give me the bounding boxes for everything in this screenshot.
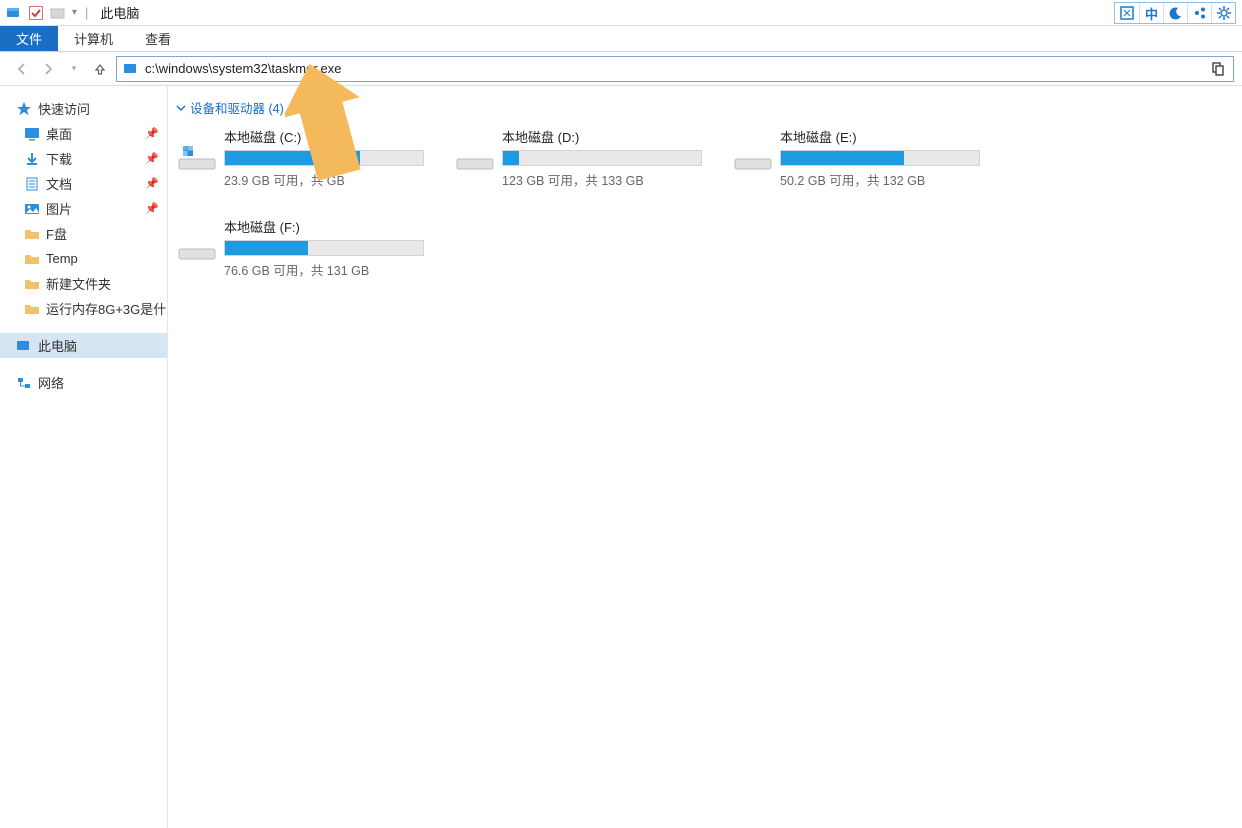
desktop-icon — [24, 126, 40, 142]
address-pc-icon — [123, 61, 139, 77]
download-icon — [24, 151, 40, 167]
sidebar: 快速访问 桌面 📌 下载 📌 文档 📌 图片 📌 F盘 Temp — [0, 86, 168, 828]
folder-icon — [24, 226, 40, 242]
sidebar-item-folder[interactable]: 运行内存8G+3G是什 — [0, 296, 167, 321]
sidebar-item-label: 下载 — [46, 149, 72, 168]
drives-list: 本地磁盘 (C:) 23.9 GB 可用，共 GB 本地磁盘 (D:) 123 … — [176, 127, 1234, 279]
sidebar-item-label: 网络 — [38, 373, 64, 392]
drive-system-icon — [176, 131, 218, 173]
tool-nightmode-icon[interactable] — [1163, 3, 1187, 23]
drive-icon — [454, 131, 496, 173]
sidebar-item-label: F盘 — [46, 224, 67, 243]
document-icon — [24, 176, 40, 192]
pin-icon: 📌 — [145, 177, 159, 190]
tool-lang-button[interactable]: 中 — [1139, 3, 1163, 23]
drive-item[interactable]: 本地磁盘 (E:) 50.2 GB 可用，共 132 GB — [732, 127, 982, 189]
menu-file-tab[interactable]: 文件 — [0, 26, 58, 51]
drive-usage-bar — [224, 240, 424, 256]
folder-icon — [24, 276, 40, 292]
chevron-down-icon — [176, 103, 186, 113]
drive-name: 本地磁盘 (C:) — [224, 127, 426, 146]
folder-icon — [50, 5, 66, 21]
forward-button[interactable] — [38, 59, 58, 79]
pc-icon — [16, 338, 32, 354]
drive-body: 本地磁盘 (F:) 76.6 GB 可用，共 131 GB — [224, 217, 426, 279]
back-button[interactable] — [12, 59, 32, 79]
drive-usage-fill — [225, 241, 308, 255]
titlebar: ▾ | 此电脑 中 — [0, 0, 1242, 26]
star-icon — [16, 101, 32, 117]
drive-body: 本地磁盘 (E:) 50.2 GB 可用，共 132 GB — [780, 127, 982, 189]
picture-icon — [24, 201, 40, 217]
drive-info: 76.6 GB 可用，共 131 GB — [224, 260, 426, 279]
drive-info: 123 GB 可用，共 133 GB — [502, 170, 704, 189]
drive-body: 本地磁盘 (C:) 23.9 GB 可用，共 GB — [224, 127, 426, 189]
separator: | — [85, 5, 88, 20]
address-text[interactable]: c:\windows\system32\taskmgr.exe — [145, 61, 1203, 76]
sidebar-item-label: Temp — [46, 251, 78, 266]
network-icon — [16, 375, 32, 391]
sidebar-item-label: 图片 — [46, 199, 72, 218]
pin-icon: 📌 — [145, 202, 159, 215]
sidebar-item-label: 桌面 — [46, 124, 72, 143]
drive-usage-fill — [781, 151, 904, 165]
sidebar-network[interactable]: 网络 — [0, 370, 167, 395]
drive-info: 50.2 GB 可用，共 132 GB — [780, 170, 982, 189]
drive-usage-bar — [780, 150, 980, 166]
folder-icon — [24, 251, 40, 267]
up-button[interactable] — [90, 59, 110, 79]
qat-dropdown[interactable]: ▾ — [72, 7, 77, 18]
sidebar-this-pc[interactable]: 此电脑 — [0, 333, 167, 358]
content-area: 设备和驱动器 (4) 本地磁盘 (C:) 23.9 GB 可用，共 GB — [168, 86, 1242, 828]
window-title: 此电脑 — [100, 3, 139, 22]
group-header[interactable]: 设备和驱动器 (4) — [176, 98, 1234, 117]
history-dropdown[interactable]: ▾ — [64, 59, 84, 79]
tool-settings-icon[interactable] — [1211, 3, 1235, 23]
sidebar-item-pictures[interactable]: 图片 📌 — [0, 196, 167, 221]
checkbox-icon[interactable] — [28, 5, 44, 21]
menu-view-tab[interactable]: 查看 — [129, 26, 187, 51]
sidebar-quick-access[interactable]: 快速访问 — [0, 96, 167, 121]
sidebar-item-folder[interactable]: 新建文件夹 — [0, 271, 167, 296]
main-area: 快速访问 桌面 📌 下载 📌 文档 📌 图片 📌 F盘 Temp — [0, 86, 1242, 828]
pin-icon: 📌 — [145, 152, 159, 165]
drive-usage-bar — [502, 150, 702, 166]
drive-icon — [176, 221, 218, 263]
drive-item[interactable]: 本地磁盘 (C:) 23.9 GB 可用，共 GB — [176, 127, 426, 189]
sidebar-item-label: 此电脑 — [38, 336, 77, 355]
titlebar-left: ▾ | 此电脑 — [6, 3, 139, 22]
folder-icon — [24, 301, 40, 317]
drive-body: 本地磁盘 (D:) 123 GB 可用，共 133 GB — [502, 127, 704, 189]
sidebar-item-folder[interactable]: F盘 — [0, 221, 167, 246]
drive-usage-fill — [225, 151, 360, 165]
pin-icon: 📌 — [145, 127, 159, 140]
group-header-label: 设备和驱动器 (4) — [190, 98, 284, 117]
sidebar-item-documents[interactable]: 文档 📌 — [0, 171, 167, 196]
drive-item[interactable]: 本地磁盘 (F:) 76.6 GB 可用，共 131 GB — [176, 217, 426, 279]
copy-path-icon[interactable] — [1209, 60, 1227, 78]
sidebar-item-label: 新建文件夹 — [46, 274, 111, 293]
drive-name: 本地磁盘 (E:) — [780, 127, 982, 146]
address-bar[interactable]: c:\windows\system32\taskmgr.exe — [116, 56, 1234, 82]
sidebar-item-desktop[interactable]: 桌面 📌 — [0, 121, 167, 146]
sidebar-item-label: 快速访问 — [38, 99, 90, 118]
tool-share-icon[interactable] — [1187, 3, 1211, 23]
sidebar-item-downloads[interactable]: 下载 📌 — [0, 146, 167, 171]
app-icon — [6, 5, 22, 21]
drive-usage-bar — [224, 150, 424, 166]
sidebar-item-label: 文档 — [46, 174, 72, 193]
drive-icon — [732, 131, 774, 173]
drive-info: 23.9 GB 可用，共 GB — [224, 170, 426, 189]
drive-name: 本地磁盘 (D:) — [502, 127, 704, 146]
sidebar-item-label: 运行内存8G+3G是什 — [46, 299, 166, 318]
tool-expand-icon[interactable] — [1115, 3, 1139, 23]
menubar: 文件 计算机 查看 — [0, 26, 1242, 52]
drive-usage-fill — [503, 151, 519, 165]
drive-name: 本地磁盘 (F:) — [224, 217, 426, 236]
sidebar-item-folder[interactable]: Temp — [0, 246, 167, 271]
nav-row: ▾ c:\windows\system32\taskmgr.exe — [0, 52, 1242, 86]
drive-item[interactable]: 本地磁盘 (D:) 123 GB 可用，共 133 GB — [454, 127, 704, 189]
titlebar-tools: 中 — [1114, 2, 1236, 24]
menu-computer-tab[interactable]: 计算机 — [58, 26, 129, 51]
